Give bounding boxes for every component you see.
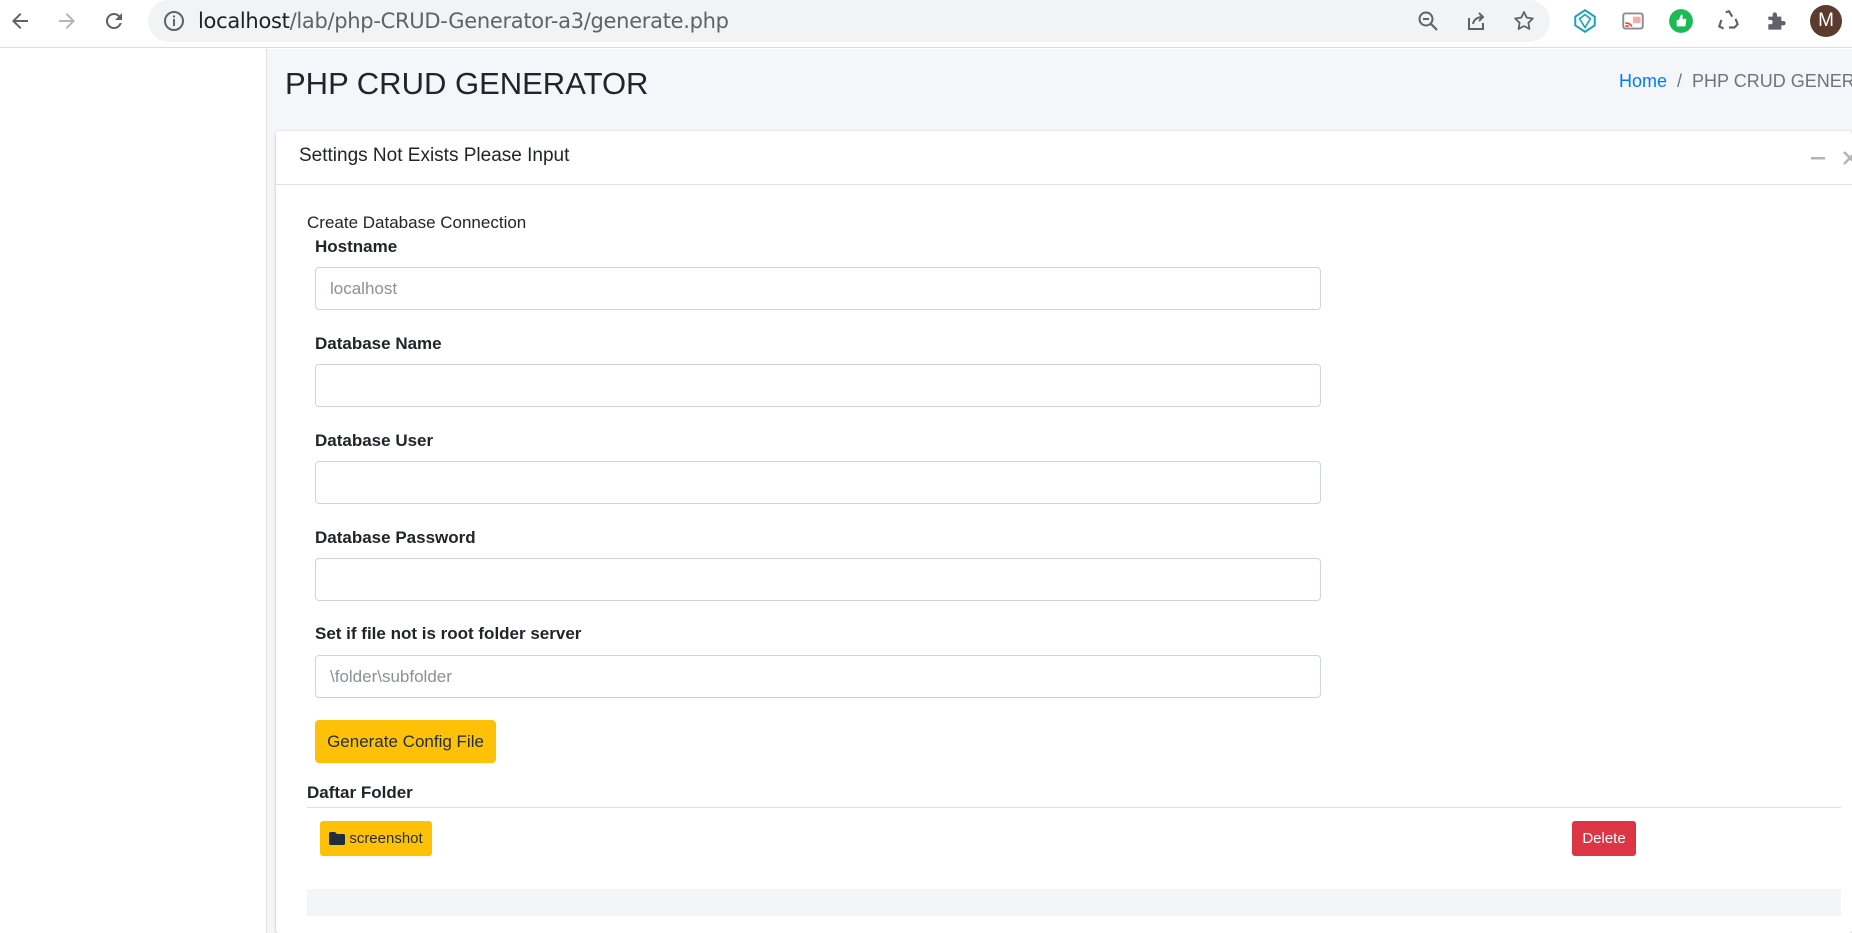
database-user-input[interactable] [315, 461, 1321, 504]
database-user-label: Database User [315, 431, 434, 450]
generate-config-button[interactable]: Generate Config File [315, 720, 496, 763]
folder-icon [329, 832, 346, 845]
sidebar [0, 49, 267, 933]
database-name-label: Database Name [315, 334, 442, 353]
breadcrumb: Home / PHP CRUD GENERATOR [1619, 71, 1852, 92]
root-folder-input[interactable] [315, 655, 1321, 698]
zoom-out-icon[interactable] [1416, 9, 1440, 33]
info-icon[interactable] [162, 9, 186, 33]
share-icon[interactable] [1464, 9, 1488, 33]
back-button[interactable] [0, 0, 40, 42]
url-host: localhost [198, 9, 290, 33]
breadcrumb-separator: / [1677, 71, 1683, 91]
browser-toolbar: localhost/lab/php-CRUD-Generator-a3/gene… [0, 0, 1852, 48]
puzzle-icon[interactable] [1764, 8, 1790, 34]
url-text: localhost/lab/php-CRUD-Generator-a3/gene… [198, 0, 729, 42]
recycle-extension-icon[interactable] [1716, 8, 1742, 34]
profile-avatar[interactable]: M [1810, 5, 1842, 37]
breadcrumb-current: PHP CRUD GENERATOR [1692, 71, 1852, 91]
cast-extension-icon[interactable] [1620, 8, 1646, 34]
address-bar[interactable]: localhost/lab/php-CRUD-Generator-a3/gene… [148, 0, 1550, 42]
arrow-left-icon [12, 13, 28, 29]
folder-name: screenshot [349, 830, 423, 847]
minus-icon[interactable] [1810, 150, 1826, 166]
card-header: Settings Not Exists Please Input [276, 131, 1852, 185]
reload-icon [105, 12, 122, 29]
breadcrumb-home-link[interactable]: Home [1619, 71, 1667, 91]
card-title: Settings Not Exists Please Input [299, 145, 570, 166]
root-folder-label: Set if file not is root folder server [315, 624, 582, 643]
hostname-label: Hostname [315, 237, 398, 256]
page-title: PHP CRUD GENERATOR [285, 66, 649, 101]
close-icon[interactable] [1843, 151, 1852, 165]
database-name-input[interactable] [315, 364, 1321, 407]
settings-card: Settings Not Exists Please Input Create … [276, 131, 1852, 933]
database-password-label: Database Password [315, 528, 476, 547]
delete-folder-button[interactable]: Delete [1572, 821, 1636, 856]
gem-extension-icon[interactable] [1572, 8, 1598, 34]
thumbs-up-extension-icon[interactable] [1668, 8, 1694, 34]
arrow-right-icon [59, 13, 75, 29]
hostname-input[interactable] [315, 267, 1321, 310]
database-password-input[interactable] [315, 558, 1321, 601]
folder-button-screenshot[interactable]: screenshot [320, 821, 432, 856]
content-wrapper: PHP CRUD GENERATOR Home / PHP CRUD GENERAT… [267, 49, 1852, 933]
divider [307, 807, 1841, 808]
folder-list-heading: Daftar Folder [307, 783, 413, 802]
card-footer [307, 889, 1841, 916]
form-heading: Create Database Connection [307, 213, 527, 232]
reload-button[interactable] [94, 0, 134, 42]
star-icon[interactable] [1512, 9, 1536, 33]
url-path: /lab/php-CRUD-Generator-a3/generate.php [289, 9, 729, 33]
forward-button[interactable] [47, 0, 87, 42]
